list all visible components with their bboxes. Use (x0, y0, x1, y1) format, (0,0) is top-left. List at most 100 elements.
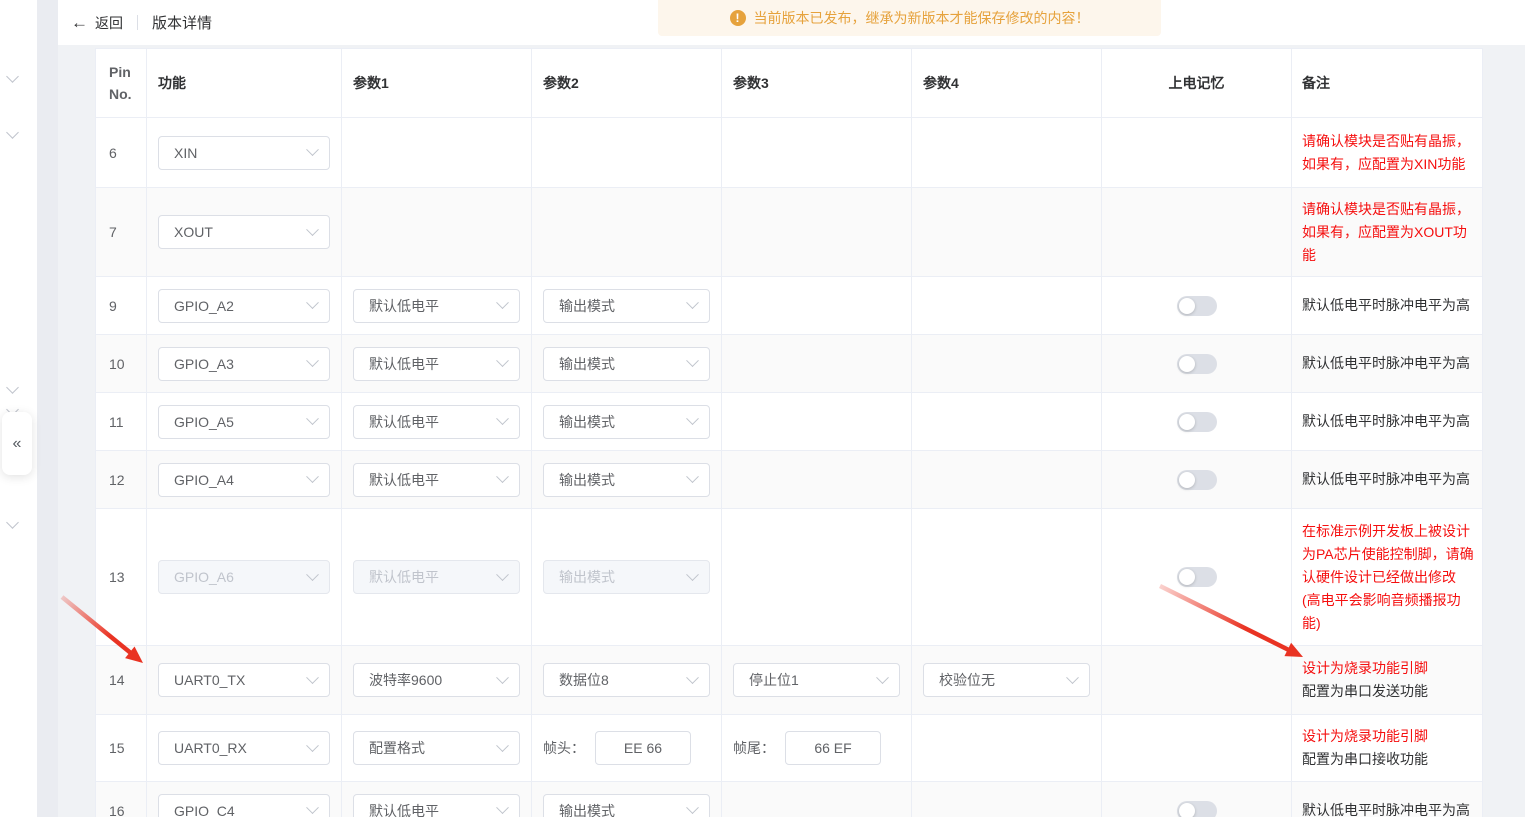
back-button[interactable]: ← 返回 (71, 13, 123, 33)
cell-p3 (722, 277, 912, 334)
remark-text: 在标准示例开发板上被设计为PA芯片使能控制脚，请确认硬件设计已经做出修改(高电平… (1302, 520, 1474, 635)
cell-pin: 10 (96, 335, 147, 392)
pin-number: 15 (109, 740, 125, 756)
pin-number: 6 (109, 145, 117, 161)
cell-p1 (342, 118, 532, 187)
p2-select[interactable]: 输出模式 (543, 794, 710, 817)
select-value: 停止位1 (749, 670, 878, 690)
warning-banner: ! 当前版本已发布，继承为新版本才能保存修改的内容！ (658, 0, 1161, 36)
p1-select[interactable]: 默认低电平 (353, 347, 520, 381)
pin-number: 10 (109, 356, 125, 372)
chevron-down-icon (686, 296, 699, 309)
func-select[interactable]: GPIO_A3 (158, 347, 330, 381)
chevron-down-icon (306, 739, 319, 752)
p1-select[interactable]: 波特率9600 (353, 663, 520, 697)
func-select[interactable]: GPIO_A6 (158, 560, 330, 594)
p2-select[interactable]: 输出模式 (543, 347, 710, 381)
chevron-down-icon (306, 296, 319, 309)
func-select[interactable]: GPIO_A4 (158, 463, 330, 497)
remark-text: 默认低电平时脉冲电平为高 (1302, 352, 1470, 375)
chevron-down-icon[interactable] (6, 126, 19, 139)
column-header-remark: 备注 (1292, 49, 1482, 117)
cell-p2: 输出模式 (532, 782, 722, 817)
p4-select[interactable]: 校验位无 (923, 663, 1090, 697)
sidebar-collapse-button[interactable]: « (2, 412, 32, 475)
cell-mem (1102, 451, 1292, 508)
table-row: 15UART0_RX配置格式帧头：帧尾：设计为烧录功能引脚配置为串口接收功能 (96, 715, 1482, 782)
memory-toggle[interactable] (1177, 354, 1217, 374)
p2-input[interactable] (595, 731, 691, 765)
column-header-label: 参数3 (733, 72, 769, 94)
select-value: XOUT (174, 224, 308, 240)
back-label: 返回 (95, 13, 123, 33)
p2-select[interactable]: 输出模式 (543, 405, 710, 439)
chevron-down-icon (686, 354, 699, 367)
memory-toggle[interactable] (1177, 296, 1217, 316)
cell-p2 (532, 118, 722, 187)
column-header-p1: 参数1 (342, 49, 532, 117)
cell-mem (1102, 393, 1292, 450)
pin-number: 12 (109, 472, 125, 488)
p3-select[interactable]: 停止位1 (733, 663, 900, 697)
p3-input[interactable] (785, 731, 881, 765)
remark-text: 请确认模块是否贴有晶振，如果有，应配置为XIN功能 (1302, 130, 1474, 176)
cell-p3 (722, 118, 912, 187)
select-value: GPIO_A3 (174, 356, 308, 372)
p2-select[interactable]: 输出模式 (543, 560, 710, 594)
chevron-down-icon[interactable] (6, 516, 19, 529)
cell-p3 (722, 451, 912, 508)
memory-toggle[interactable] (1177, 567, 1217, 587)
func-select[interactable]: GPIO_A2 (158, 289, 330, 323)
cell-p3 (722, 393, 912, 450)
chevron-down-icon[interactable] (6, 381, 19, 394)
cell-remark: 默认低电平时脉冲电平为高 (1292, 335, 1482, 392)
back-arrow-icon: ← (71, 14, 88, 31)
func-select[interactable]: UART0_TX (158, 663, 330, 697)
func-select[interactable]: XIN (158, 136, 330, 170)
toggle-knob (1179, 803, 1195, 817)
select-value: 校验位无 (939, 670, 1068, 690)
cell-p1: 默认低电平 (342, 335, 532, 392)
select-value: 默认低电平 (369, 296, 498, 316)
chevron-down-icon (1066, 671, 1079, 684)
select-value: 输出模式 (559, 801, 688, 817)
p2-select[interactable]: 输出模式 (543, 463, 710, 497)
p1-select[interactable]: 默认低电平 (353, 405, 520, 439)
p1-select[interactable]: 配置格式 (353, 731, 520, 765)
func-select[interactable]: XOUT (158, 215, 330, 249)
memory-toggle[interactable] (1177, 470, 1217, 490)
cell-mem (1102, 509, 1292, 645)
p1-select[interactable]: 默认低电平 (353, 463, 520, 497)
cell-p3 (722, 782, 912, 817)
p2-select[interactable]: 输出模式 (543, 289, 710, 323)
cell-p4 (912, 509, 1102, 645)
cell-p3 (722, 509, 912, 645)
cell-p1: 默认低电平 (342, 393, 532, 450)
chevron-down-icon[interactable] (6, 70, 19, 83)
chevron-down-icon (496, 671, 509, 684)
memory-toggle[interactable] (1177, 801, 1217, 817)
cell-p1 (342, 188, 532, 276)
p1-select[interactable]: 默认低电平 (353, 289, 520, 323)
collapse-icon: « (13, 435, 22, 453)
p1-select[interactable]: 默认低电平 (353, 560, 520, 594)
cell-func: UART0_TX (147, 646, 342, 714)
cell-remark: 默认低电平时脉冲电平为高 (1292, 277, 1482, 334)
cell-p4 (912, 188, 1102, 276)
func-select[interactable]: GPIO_C4 (158, 794, 330, 817)
p2-select[interactable]: 数据位8 (543, 663, 710, 697)
table-row: 6 XIN 请确认模块是否贴有晶振，如果有，应配置为XIN功能 (96, 118, 1482, 188)
func-select[interactable]: UART0_RX (158, 731, 330, 765)
select-value: 输出模式 (559, 296, 688, 316)
cell-p4 (912, 277, 1102, 334)
toggle-knob (1179, 298, 1195, 314)
table-row: 10 GPIO_A3 默认低电平输出模式 默认低电平时脉冲电平为高 (96, 335, 1482, 393)
cell-p2: 帧头： (532, 715, 722, 781)
cell-pin: 13 (96, 509, 147, 645)
p1-select[interactable]: 默认低电平 (353, 794, 520, 817)
column-header-p3: 参数3 (722, 49, 912, 117)
memory-toggle[interactable] (1177, 412, 1217, 432)
func-select[interactable]: GPIO_A5 (158, 405, 330, 439)
table-row: 14UART0_TX波特率9600数据位8停止位1校验位无设计为烧录功能引脚配置… (96, 646, 1482, 715)
chevron-down-icon (496, 739, 509, 752)
